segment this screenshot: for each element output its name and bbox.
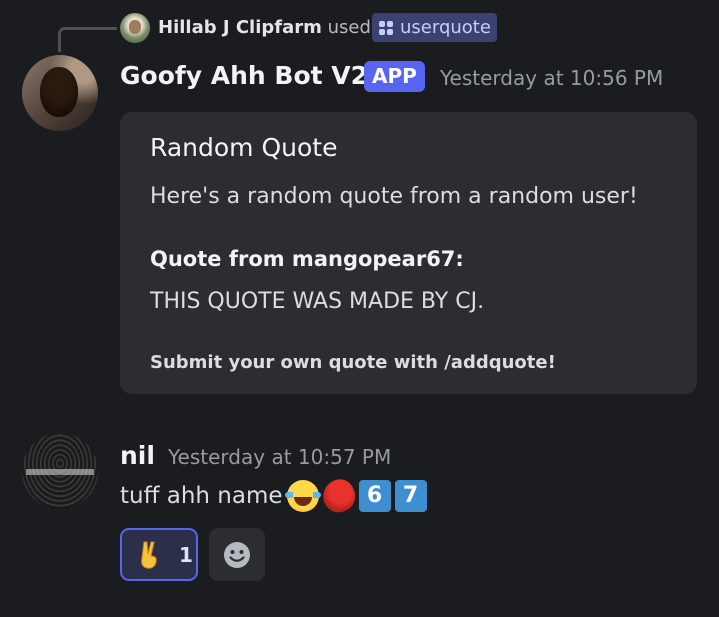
nil-avatar[interactable]	[22, 433, 98, 509]
add-reaction-button[interactable]	[209, 528, 265, 581]
nil-message-content: tuff ahh name 6 7	[120, 474, 427, 518]
embed-title: Random Quote	[150, 133, 338, 162]
embed-footer: Submit your own quote with /addquote!	[150, 352, 556, 373]
reaction-victory-hand[interactable]: 1	[120, 528, 198, 581]
embed-description: Here's a random quote from a random user…	[150, 184, 638, 209]
interaction-username[interactable]: Hillab J Clipfarm	[158, 17, 322, 38]
victory-hand-emoji	[141, 541, 157, 569]
interaction-line: Hillab J Clipfarm used	[158, 14, 371, 42]
smiley-icon	[224, 541, 250, 568]
bot-message-timestamp[interactable]: Yesterday at 10:56 PM	[440, 66, 663, 90]
keycap-seven-emoji: 7	[394, 480, 427, 512]
quote-embed: Random Quote Here's a random quote from …	[120, 112, 697, 394]
nil-username[interactable]: nil	[120, 441, 155, 470]
app-command-icon	[378, 20, 394, 36]
chat-view: Hillab J Clipfarm used userquote Goofy A…	[0, 0, 719, 617]
command-name: userquote	[400, 17, 491, 38]
reply-spine	[58, 27, 117, 52]
keycap-six-emoji: 6	[358, 480, 391, 512]
interaction-user-avatar[interactable]	[120, 13, 150, 43]
joy-emoji	[284, 480, 321, 512]
message-text: tuff ahh name	[120, 483, 283, 509]
bot-username[interactable]: Goofy Ahh Bot V2	[120, 61, 368, 90]
bot-avatar[interactable]	[22, 55, 98, 131]
embed-field-value: THIS QUOTE WAS MADE BY CJ.	[150, 289, 485, 314]
interaction-verb: used	[327, 17, 371, 38]
command-chip[interactable]: userquote	[372, 13, 497, 42]
nil-message-timestamp[interactable]: Yesterday at 10:57 PM	[168, 445, 391, 469]
reaction-count: 1	[179, 543, 193, 567]
embed-field-name: Quote from mangopear67:	[150, 247, 464, 271]
app-badge: APP	[364, 61, 425, 92]
mango-emoji	[317, 474, 360, 518]
